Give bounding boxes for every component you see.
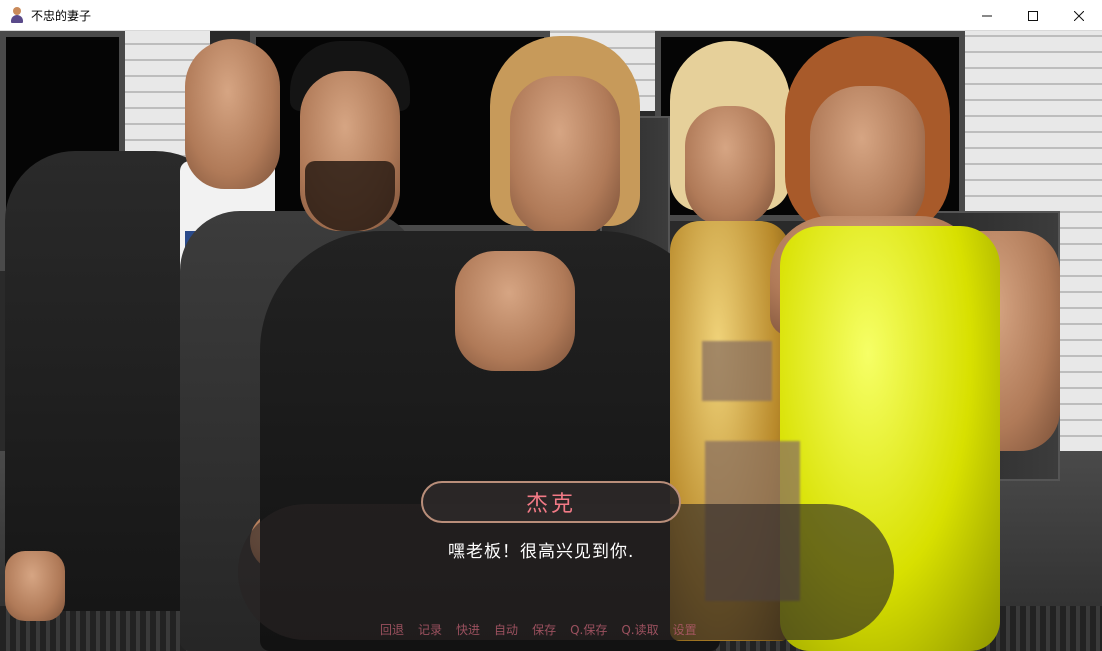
game-scene[interactable]: 杰克 嘿老板！很高兴见到你. 回退 记录 快进 自动 保存 Q.保存 Q.读取 …	[0, 31, 1102, 651]
quick-menu-back[interactable]: 回退	[380, 621, 404, 639]
censor-blur	[702, 341, 772, 401]
quick-menu: 回退 记录 快进 自动 保存 Q.保存 Q.读取 设置	[380, 621, 697, 639]
window-controls	[964, 0, 1102, 31]
dialogue-text: 嘿老板！很高兴见到你.	[448, 542, 635, 562]
close-icon	[1074, 10, 1084, 21]
window-title: 不忠的妻子	[31, 8, 92, 23]
minimize-button[interactable]	[964, 0, 1010, 31]
window-titlebar: 不忠的妻子	[0, 0, 1102, 31]
speaker-name: 杰克	[525, 492, 576, 517]
quick-menu-skip[interactable]: 快进	[456, 621, 480, 639]
dialogue-box[interactable]	[238, 504, 894, 640]
quick-menu-quick-save[interactable]: Q.保存	[570, 621, 607, 639]
minimize-icon	[982, 15, 992, 16]
quick-menu-save[interactable]: 保存	[532, 621, 556, 639]
quick-menu-auto[interactable]: 自动	[494, 621, 518, 639]
quick-menu-history[interactable]: 记录	[418, 621, 442, 639]
quick-menu-preferences[interactable]: 设置	[673, 621, 697, 639]
app-icon	[9, 7, 25, 23]
close-button[interactable]	[1056, 0, 1102, 31]
speaker-name-plate: 杰克	[421, 481, 681, 523]
maximize-button[interactable]	[1010, 0, 1056, 31]
maximize-icon	[1028, 10, 1038, 21]
quick-menu-quick-load[interactable]: Q.读取	[621, 621, 658, 639]
